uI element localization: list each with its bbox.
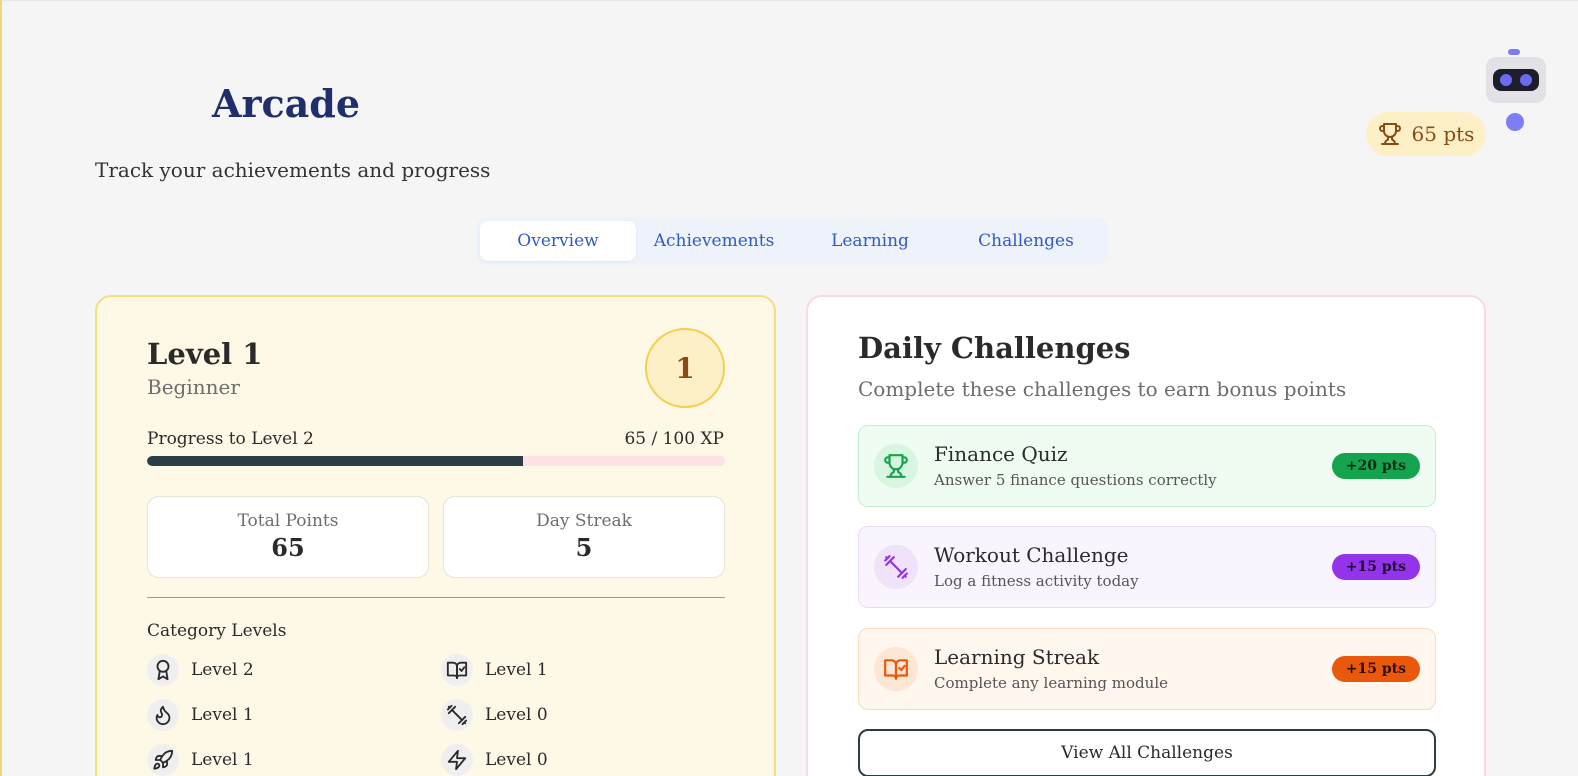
assistant-robot-button[interactable] xyxy=(1484,47,1546,137)
book-check-icon xyxy=(441,654,473,686)
challenge-learning-streak[interactable]: Learning Streak Complete any learning mo… xyxy=(858,628,1436,710)
daily-challenges-card: Daily Challenges Complete these challeng… xyxy=(806,295,1486,776)
challenge-name: Learning Streak xyxy=(934,645,1100,669)
rocket-icon xyxy=(147,744,179,776)
challenge-points-badge: +15 pts xyxy=(1331,656,1420,682)
divider xyxy=(147,597,725,598)
challenge-points-badge: +20 pts xyxy=(1331,453,1420,479)
tab-learning[interactable]: Learning xyxy=(792,221,948,261)
points-badge: 65 pts xyxy=(1366,112,1486,156)
page-title: Arcade xyxy=(212,81,361,126)
stat-total-points: Total Points 65 xyxy=(147,496,429,578)
tab-achievements[interactable]: Achievements xyxy=(636,221,792,261)
trophy-icon xyxy=(1378,123,1401,145)
flame-icon xyxy=(147,699,179,731)
tab-challenges[interactable]: Challenges xyxy=(948,221,1104,261)
robot-status-dot xyxy=(1506,113,1524,131)
page-subtitle: Track your achievements and progress xyxy=(95,158,491,182)
stat-label: Total Points xyxy=(237,511,339,531)
robot-eye-right xyxy=(1520,74,1532,86)
category-level-label: Level 0 xyxy=(485,750,548,770)
category-item: Level 0 xyxy=(441,744,548,776)
challenge-description: Answer 5 finance questions correctly xyxy=(934,471,1217,489)
zap-icon xyxy=(441,744,473,776)
robot-face xyxy=(1493,69,1539,91)
robot-antenna xyxy=(1508,49,1520,55)
robot-head-icon xyxy=(1486,57,1546,103)
progress-label: Progress to Level 2 xyxy=(147,429,314,449)
stat-label: Day Streak xyxy=(536,511,632,531)
points-badge-label: 65 pts xyxy=(1411,122,1475,146)
dumbbell-icon xyxy=(874,545,918,589)
daily-challenges-subtitle: Complete these challenges to earn bonus … xyxy=(858,377,1347,401)
tab-bar: Overview Achievements Learning Challenge… xyxy=(476,217,1108,265)
level-title: Level 1 xyxy=(147,337,263,371)
category-level-label: Level 1 xyxy=(191,750,254,770)
progress-value: 65 / 100 XP xyxy=(624,429,724,449)
category-item: Level 1 xyxy=(147,699,254,731)
category-level-label: Level 0 xyxy=(485,705,548,725)
book-check-icon xyxy=(874,647,918,691)
category-levels-heading: Category Levels xyxy=(147,621,287,641)
challenge-workout[interactable]: Workout Challenge Log a fitness activity… xyxy=(858,526,1436,608)
level-badge: 1 xyxy=(645,328,725,408)
stat-value: 5 xyxy=(575,533,593,562)
challenge-description: Complete any learning module xyxy=(934,674,1168,692)
tab-overview[interactable]: Overview xyxy=(480,221,636,261)
level-card: Level 1 Beginner 1 Progress to Level 2 6… xyxy=(95,295,776,776)
challenge-description: Log a fitness activity today xyxy=(934,572,1139,590)
award-icon xyxy=(147,654,179,686)
robot-eye-left xyxy=(1500,74,1512,86)
challenge-points-badge: +15 pts xyxy=(1331,554,1420,580)
daily-challenges-title: Daily Challenges xyxy=(858,331,1131,365)
level-rank: Beginner xyxy=(147,375,240,399)
category-item: Level 1 xyxy=(441,654,548,686)
category-item: Level 2 xyxy=(147,654,254,686)
challenge-name: Workout Challenge xyxy=(934,543,1129,567)
category-item: Level 1 xyxy=(147,744,254,776)
stat-value: 65 xyxy=(271,533,305,562)
category-level-label: Level 1 xyxy=(485,660,548,680)
view-all-challenges-button[interactable]: View All Challenges xyxy=(858,729,1436,776)
category-level-label: Level 2 xyxy=(191,660,254,680)
challenge-name: Finance Quiz xyxy=(934,442,1068,466)
stat-day-streak: Day Streak 5 xyxy=(443,496,725,578)
category-level-label: Level 1 xyxy=(191,705,254,725)
dumbbell-icon xyxy=(441,699,473,731)
challenge-finance-quiz[interactable]: Finance Quiz Answer 5 finance questions … xyxy=(858,425,1436,507)
trophy-icon xyxy=(874,444,918,488)
category-item: Level 0 xyxy=(441,699,548,731)
progress-bar-fill xyxy=(147,456,523,466)
progress-bar xyxy=(147,456,725,466)
